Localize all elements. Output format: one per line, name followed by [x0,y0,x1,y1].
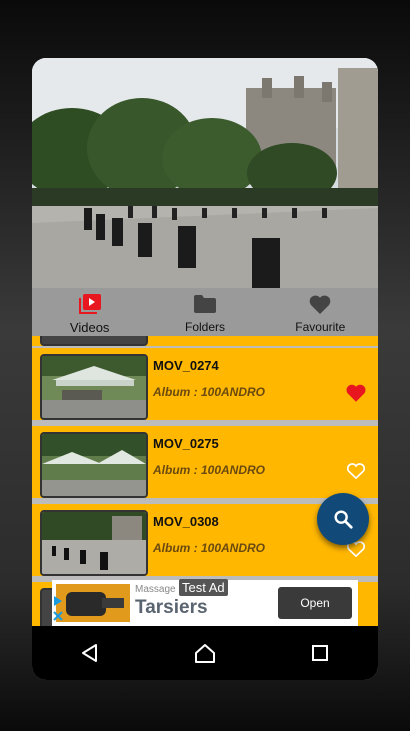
video-title: MOV_0308 [153,514,219,529]
ad-choices-icon[interactable] [52,594,64,624]
video-album: Album : 100ANDRO [153,541,266,555]
back-button[interactable] [70,633,110,673]
test-ad-badge: Test Ad [179,579,228,596]
video-library-icon [78,294,101,314]
list-item[interactable]: MOV_0274 Album : 100ANDRO [32,348,378,420]
tab-videos-label: Videos [69,320,110,335]
tab-folders-label: Folders [184,320,225,334]
ad-advertiser: Massage C [135,584,186,595]
tab-favourite-label: Favourite [295,320,346,334]
ad-title: Tarsiers [135,597,208,618]
search-icon [334,510,353,529]
heart-icon [309,295,331,314]
tab-favourite[interactable]: Favourite [263,288,378,336]
ad-image [56,584,130,622]
folder-icon [193,295,216,313]
video-album: Album : 100ANDRO [153,385,266,399]
recents-button[interactable] [300,633,340,673]
tab-folders[interactable]: Folders [147,288,262,336]
tab-videos[interactable]: Videos [32,288,147,336]
phone-screen: Videos Folders Favourite MOV_0274 Album … [32,58,378,680]
favourite-outline-icon[interactable] [346,462,366,480]
ad-open-button[interactable]: Open [278,587,352,619]
favourite-filled-icon[interactable] [346,384,366,402]
video-thumbnail [40,510,148,576]
tab-bar: Videos Folders Favourite [32,288,378,336]
system-nav-bar [32,626,378,680]
video-thumbnail [40,354,148,420]
list-item[interactable] [32,336,378,346]
banner-ad[interactable]: Massage C Tarsiers Test Ad Open [52,579,358,626]
video-preview[interactable] [32,58,378,288]
list-item[interactable]: MOV_0275 Album : 100ANDRO [32,426,378,498]
video-thumbnail [40,336,148,346]
video-title: MOV_0275 [153,436,219,451]
video-album: Album : 100ANDRO [153,463,266,477]
preview-image [32,58,378,288]
recents-square-icon [312,645,329,661]
video-thumbnail [40,432,148,498]
search-fab[interactable] [317,493,369,545]
back-triangle-icon [81,644,97,662]
home-icon [194,644,215,663]
home-button[interactable] [185,633,225,673]
video-title: MOV_0274 [153,358,219,373]
